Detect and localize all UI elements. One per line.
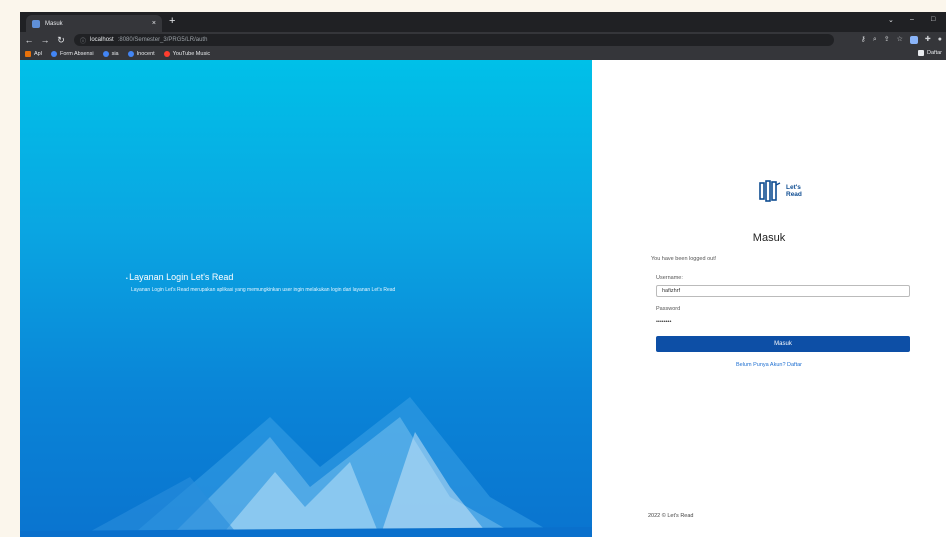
username-label: Username: — [656, 275, 683, 281]
tab-title: Masuk — [45, 20, 63, 27]
browser-tab[interactable]: Masuk × — [26, 15, 162, 32]
share-icon[interactable]: ⇪ — [884, 35, 890, 44]
footer-copyright: 2022 © Let's Read — [648, 513, 694, 519]
tab-search-icon[interactable]: ⌄ — [888, 16, 894, 24]
page-content: • Layanan Login Let's Read Layanan Login… — [20, 60, 946, 537]
bookmark-star-icon[interactable]: ☆ — [897, 35, 903, 44]
hero-subtitle: Layanan Login Let's Read merupakan aplik… — [131, 287, 396, 293]
logo: Let's Read — [759, 180, 802, 202]
extensions-puzzle-icon[interactable]: ✚ — [925, 35, 931, 44]
url-host: localhost — [90, 37, 114, 43]
extension-icon[interactable] — [909, 35, 918, 44]
back-icon[interactable]: ← — [24, 35, 34, 45]
logo-text-line1: Let's — [786, 184, 801, 191]
new-tab-button[interactable]: + — [169, 14, 175, 28]
logo-text-line2: Read — [786, 191, 802, 198]
register-link[interactable]: Belum Punya Akun? Daftar — [592, 362, 946, 368]
favicon-icon — [32, 19, 40, 28]
reload-icon[interactable]: ↻ — [56, 35, 66, 45]
maximize-button[interactable]: □ — [931, 16, 935, 23]
forward-icon[interactable]: → — [40, 35, 50, 45]
hero-panel: • Layanan Login Let's Read Layanan Login… — [20, 60, 592, 537]
globe-icon — [50, 51, 57, 57]
hero-title: • Layanan Login Let's Read — [126, 272, 234, 282]
logout-alert: You have been logged out! — [651, 256, 717, 262]
url-path: :8080/Semester_3/PRG5/LR/auth — [117, 37, 208, 43]
bookmark-youtube-music[interactable]: YouTube Music — [163, 51, 210, 57]
password-input[interactable] — [656, 316, 910, 328]
globe-icon — [102, 51, 109, 57]
login-button[interactable]: Masuk — [656, 336, 910, 352]
toolbar-icons: ⚷ ⌕ ⇪ ☆ ✚ ● — [861, 35, 942, 44]
book-logo-icon — [759, 180, 781, 202]
username-input[interactable] — [656, 285, 910, 297]
browser-window: Masuk × + ⌄ – □ ← → ↻ ⓘ localhost:8080/S… — [20, 12, 946, 537]
password-label: Password — [656, 306, 681, 312]
tab-bar: Masuk × + ⌄ – □ — [20, 12, 946, 32]
minimize-button[interactable]: – — [910, 16, 914, 23]
bookmark-sia[interactable]: sia — [102, 51, 119, 57]
tab-close-icon[interactable]: × — [152, 20, 156, 27]
youtube-music-icon — [163, 51, 170, 57]
key-icon[interactable]: ⚷ — [861, 35, 866, 44]
login-heading: Masuk — [752, 232, 786, 244]
site-info-icon[interactable]: ⓘ — [80, 36, 86, 45]
folder-icon — [918, 50, 925, 56]
apps-icon — [25, 51, 31, 57]
bookmark-daftar[interactable]: Daftar — [918, 50, 942, 56]
bookmark-inocent[interactable]: Inocent — [127, 51, 155, 57]
globe-icon — [127, 51, 134, 57]
bookmark-form-absensi[interactable]: Form Absensi — [50, 51, 94, 57]
login-panel: Let's Read Masuk You have been logged ou… — [592, 60, 946, 537]
bookmarks-bar: Apl Form Absensi sia Inocent YouTube Mus… — [20, 48, 946, 60]
mountain-illustration — [20, 397, 592, 537]
zoom-icon[interactable]: ⌕ — [873, 35, 877, 44]
address-bar[interactable]: ⓘ localhost:8080/Semester_3/PRG5/LR/auth — [74, 34, 834, 46]
browser-toolbar: ← → ↻ ⓘ localhost:8080/Semester_3/PRG5/L… — [20, 32, 946, 48]
bookmark-apps[interactable]: Apl — [25, 51, 42, 57]
profile-icon[interactable]: ● — [938, 35, 942, 44]
